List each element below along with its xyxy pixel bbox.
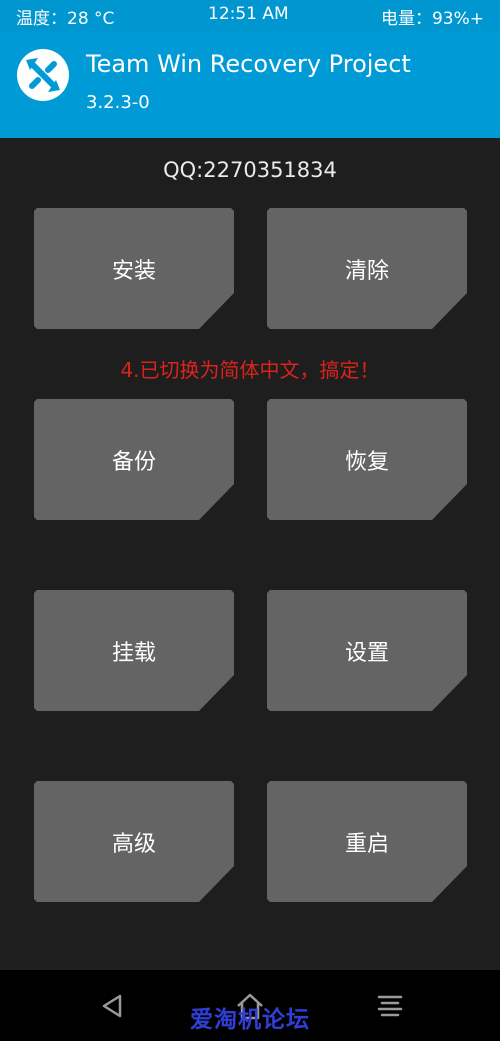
status-time: 12:51 AM xyxy=(208,4,289,24)
main-menu: QQ:2270351834 安装 清除 4.已切换为简体中文，搞定！ 备份 恢复… xyxy=(0,138,500,970)
install-button[interactable]: 安装 xyxy=(34,208,234,329)
backup-button[interactable]: 备份 xyxy=(34,399,234,520)
app-header: Team Win Recovery Project 3.2.3-0 xyxy=(0,32,500,138)
watermark: 爱淘机论坛 xyxy=(190,1007,310,1033)
navigation-bar: 爱淘机论坛 xyxy=(0,970,500,1041)
back-icon[interactable] xyxy=(92,988,132,1024)
qq-label: QQ:2270351834 xyxy=(163,158,337,182)
status-bar: 温度：28 °C 12:51 AM 电量：93%+ xyxy=(0,0,500,32)
wipe-button[interactable]: 清除 xyxy=(267,208,467,329)
advanced-button[interactable]: 高级 xyxy=(34,781,234,902)
twrp-logo-icon xyxy=(17,49,69,101)
notice-message: 4.已切换为简体中文，搞定！ xyxy=(120,358,380,382)
mount-button[interactable]: 挂载 xyxy=(34,590,234,711)
status-battery: 电量：93%+ xyxy=(380,9,484,29)
restore-button[interactable]: 恢复 xyxy=(267,399,467,520)
reboot-button[interactable]: 重启 xyxy=(267,781,467,902)
menu-icon[interactable] xyxy=(370,988,410,1024)
settings-button[interactable]: 设置 xyxy=(267,590,467,711)
status-temperature: 温度：28 °C xyxy=(16,9,115,29)
app-title: Team Win Recovery Project xyxy=(86,50,411,78)
app-version: 3.2.3-0 xyxy=(86,92,150,113)
